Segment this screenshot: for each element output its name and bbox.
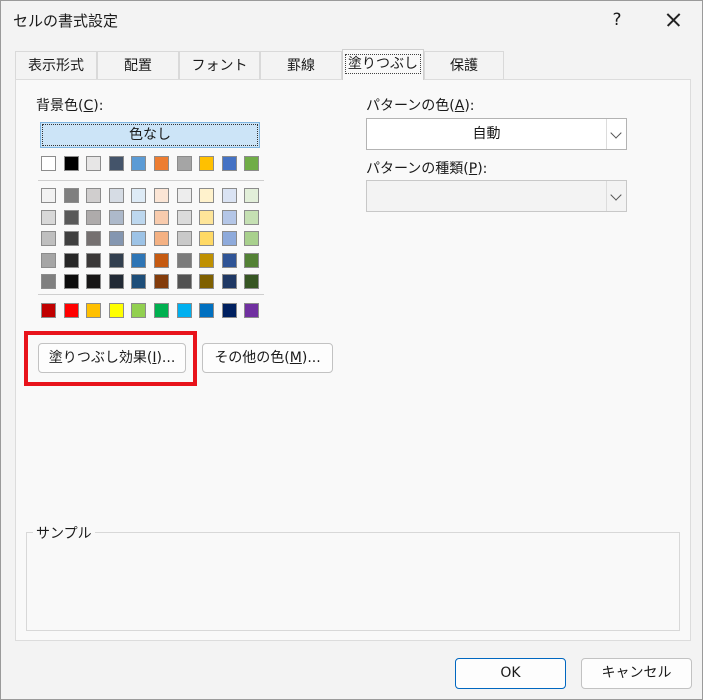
- color-swatch-theme[interactable]: [176, 156, 192, 171]
- sample-group: サンプル: [26, 523, 680, 631]
- color-swatch-tint[interactable]: [154, 209, 169, 225]
- color-swatch-tint[interactable]: [176, 252, 192, 268]
- tab-fill[interactable]: 塗りつぶし: [342, 49, 424, 80]
- cancel-button[interactable]: キャンセル: [581, 658, 692, 689]
- color-swatch-tint[interactable]: [154, 188, 169, 203]
- color-swatch-tint[interactable]: [244, 252, 260, 268]
- format-cells-dialog: セルの書式設定 ? 表示形式 配置 フォント 罫線 塗りつぶし 保護 背景色(C…: [0, 0, 703, 700]
- color-swatch-tint[interactable]: [154, 274, 169, 289]
- color-swatch-tint[interactable]: [199, 231, 215, 246]
- no-color-button[interactable]: 色なし: [40, 122, 260, 148]
- chevron-down-icon[interactable]: [606, 119, 626, 149]
- color-swatch-standard[interactable]: [131, 303, 147, 318]
- color-swatch-tint[interactable]: [199, 188, 215, 203]
- color-swatch-tint[interactable]: [221, 274, 237, 289]
- color-swatch-tint[interactable]: [221, 231, 237, 246]
- color-swatch-theme[interactable]: [108, 156, 124, 171]
- color-swatch-tint[interactable]: [131, 188, 147, 203]
- fill-effects-button[interactable]: 塗りつぶし効果(I)...: [38, 343, 186, 373]
- title-bar: セルの書式設定 ?: [1, 1, 702, 39]
- background-color-label: 背景色(C):: [36, 98, 104, 114]
- color-swatch-theme[interactable]: [63, 156, 79, 171]
- pattern-style-dropdown[interactable]: [366, 180, 627, 212]
- sample-label: サンプル: [33, 523, 95, 543]
- color-swatch-tint[interactable]: [41, 209, 56, 225]
- color-swatch-theme[interactable]: [154, 156, 169, 171]
- color-swatch-tint[interactable]: [176, 231, 192, 246]
- color-swatch-tint[interactable]: [63, 231, 79, 246]
- color-swatch-theme[interactable]: [86, 156, 102, 171]
- color-swatch-theme[interactable]: [131, 156, 147, 171]
- dialog-title: セルの書式設定: [13, 12, 119, 30]
- color-swatch-tint[interactable]: [199, 252, 215, 268]
- color-swatch-tint[interactable]: [154, 231, 169, 246]
- color-swatch-tint[interactable]: [176, 209, 192, 225]
- more-colors-button[interactable]: その他の色(M)...: [202, 343, 333, 373]
- chevron-down-icon[interactable]: [606, 181, 626, 211]
- fill-panel: 背景色(C): 色なし 塗りつぶし効果(I)... その他の色(M)... パタ…: [15, 79, 691, 641]
- tab-number[interactable]: 表示形式: [15, 51, 97, 80]
- color-swatch-tint[interactable]: [41, 188, 56, 203]
- color-swatch-tint[interactable]: [131, 274, 147, 289]
- color-swatch-tint[interactable]: [244, 274, 260, 289]
- color-swatch-tint[interactable]: [244, 231, 260, 246]
- ok-button[interactable]: OK: [455, 658, 566, 689]
- color-swatch-tint[interactable]: [63, 274, 79, 289]
- color-swatch-tint[interactable]: [108, 274, 124, 289]
- color-swatch-theme[interactable]: [41, 156, 56, 171]
- color-swatch-tint[interactable]: [221, 188, 237, 203]
- color-swatch-tint[interactable]: [221, 209, 237, 225]
- tab-border[interactable]: 罫線: [260, 51, 342, 80]
- pattern-style-label: パターンの種類(P):: [366, 161, 488, 177]
- close-icon[interactable]: [653, 7, 693, 33]
- color-swatch-tint[interactable]: [199, 274, 215, 289]
- tab-protection[interactable]: 保護: [424, 51, 504, 80]
- color-swatch-tint[interactable]: [63, 188, 79, 203]
- tab-alignment[interactable]: 配置: [97, 51, 179, 80]
- color-swatch-tint[interactable]: [86, 209, 102, 225]
- color-swatch-standard[interactable]: [86, 303, 102, 318]
- color-swatch-standard[interactable]: [244, 303, 260, 318]
- color-swatch-tint[interactable]: [108, 188, 124, 203]
- color-swatch-tint[interactable]: [131, 252, 147, 268]
- color-swatch-tint[interactable]: [86, 274, 102, 289]
- color-swatch-tint[interactable]: [41, 231, 56, 246]
- color-swatch-theme[interactable]: [221, 156, 237, 171]
- color-swatch-tint[interactable]: [41, 274, 56, 289]
- pattern-color-label: パターンの色(A):: [366, 98, 475, 114]
- help-button[interactable]: ?: [597, 7, 637, 33]
- color-swatch-standard[interactable]: [63, 303, 79, 318]
- palette-separator: [38, 180, 264, 181]
- color-swatch-standard[interactable]: [221, 303, 237, 318]
- color-swatch-tint[interactable]: [41, 252, 56, 268]
- color-swatch-standard[interactable]: [108, 303, 124, 318]
- color-swatch-standard[interactable]: [154, 303, 169, 318]
- color-swatch-tint[interactable]: [131, 231, 147, 246]
- color-swatch-theme[interactable]: [199, 156, 215, 171]
- color-swatch-tint[interactable]: [108, 209, 124, 225]
- color-swatch-theme[interactable]: [244, 156, 260, 171]
- color-swatch-tint[interactable]: [154, 252, 169, 268]
- color-swatch-tint[interactable]: [63, 209, 79, 225]
- color-swatch-standard[interactable]: [41, 303, 56, 318]
- pattern-color-value: 自動: [472, 126, 501, 142]
- pattern-color-dropdown[interactable]: 自動: [366, 118, 627, 150]
- color-swatch-standard[interactable]: [199, 303, 215, 318]
- color-swatch-tint[interactable]: [244, 188, 260, 203]
- color-swatch-tint[interactable]: [131, 209, 147, 225]
- color-swatch-tint[interactable]: [176, 188, 192, 203]
- color-swatch-tint[interactable]: [63, 252, 79, 268]
- color-swatch-tint[interactable]: [176, 274, 192, 289]
- color-swatch-tint[interactable]: [108, 252, 124, 268]
- palette-separator: [38, 294, 264, 295]
- color-swatch-tint[interactable]: [221, 252, 237, 268]
- color-swatch-tint[interactable]: [199, 209, 215, 225]
- tab-font[interactable]: フォント: [179, 51, 260, 80]
- color-swatch-tint[interactable]: [86, 252, 102, 268]
- color-swatch-tint[interactable]: [108, 231, 124, 246]
- color-swatch-tint[interactable]: [86, 188, 102, 203]
- color-swatch-standard[interactable]: [176, 303, 192, 318]
- color-swatch-tint[interactable]: [244, 209, 260, 225]
- color-swatch-tint[interactable]: [86, 231, 102, 246]
